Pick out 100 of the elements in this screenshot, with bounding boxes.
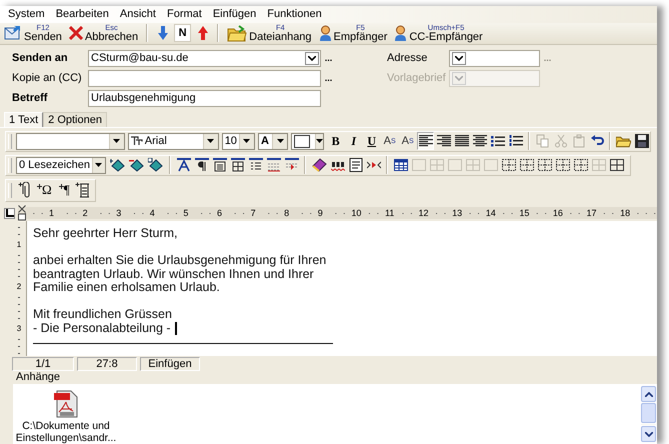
combo-field[interactable] bbox=[449, 50, 540, 67]
insert-symbol-button[interactable]: Ω bbox=[34, 181, 55, 200]
bookmark-button[interactable] bbox=[147, 156, 165, 174]
table-icon bbox=[610, 159, 624, 172]
caret-icon bbox=[95, 163, 102, 168]
menu-item[interactable]: Format bbox=[166, 8, 203, 20]
insert-symbol-button[interactable]: ¶ bbox=[56, 181, 73, 200]
format-button[interactable]: I bbox=[345, 132, 362, 150]
table-icon bbox=[574, 159, 588, 172]
field-button[interactable] bbox=[229, 156, 246, 174]
dropdown-button[interactable] bbox=[305, 52, 319, 65]
scrollbar[interactable] bbox=[640, 384, 657, 444]
table-icon bbox=[466, 159, 480, 172]
align-icon bbox=[436, 135, 451, 148]
button-label: Empfänger bbox=[334, 32, 388, 43]
toggle-button[interactable]: N bbox=[174, 24, 192, 42]
menu-item[interactable]: System bbox=[7, 8, 46, 20]
person-icon bbox=[318, 25, 332, 42]
align-icon bbox=[454, 135, 469, 148]
combo-field[interactable]: CSturm@bau-su.de bbox=[88, 50, 321, 67]
browse-button[interactable]: ... bbox=[322, 53, 335, 64]
scroll-up-icon[interactable] bbox=[644, 392, 652, 397]
table-icon bbox=[502, 159, 516, 172]
field-icon bbox=[248, 158, 262, 172]
format-button[interactable]: U bbox=[363, 132, 380, 150]
insert-form-button[interactable] bbox=[74, 181, 91, 200]
text-line: anbei erhalten Sie die Urlaubsgenehmigung für Ihren bbox=[33, 254, 326, 268]
swap-icon bbox=[366, 160, 380, 170]
text-line: Sehr geehrter Herr Sturm, bbox=[33, 226, 178, 241]
menu-item[interactable]: Einfügen bbox=[212, 8, 258, 20]
align-button[interactable] bbox=[417, 132, 434, 150]
ruler-number: 11 bbox=[384, 208, 398, 218]
ruler-number: 18 bbox=[619, 208, 634, 218]
ruler-number: 15 bbox=[518, 208, 532, 218]
bookmark-dropdown[interactable]: 0 Lesezeichen bbox=[16, 156, 106, 174]
close-icon bbox=[68, 26, 83, 40]
ruler-number: 14 bbox=[484, 208, 499, 218]
button-label: Abbrechen bbox=[84, 32, 138, 43]
person-icon bbox=[394, 25, 408, 42]
tab-stop-button[interactable] bbox=[4, 208, 15, 219]
field-icon bbox=[176, 158, 190, 172]
input-field[interactable]: Urlaubsgenehmigung bbox=[88, 90, 321, 107]
table-icon bbox=[520, 159, 534, 172]
format-button[interactable]: B bbox=[327, 132, 344, 150]
table-icon bbox=[538, 159, 552, 172]
copy-icon bbox=[536, 134, 550, 148]
save-button[interactable] bbox=[633, 132, 650, 150]
align-icon bbox=[418, 135, 433, 148]
plus-icon bbox=[37, 184, 42, 190]
dropdown-button[interactable] bbox=[92, 158, 105, 173]
caret-icon bbox=[207, 139, 214, 144]
numbered-list-icon bbox=[508, 135, 523, 148]
bookmark-icon bbox=[110, 158, 126, 172]
combo-field[interactable] bbox=[449, 70, 540, 87]
dropdown-button[interactable] bbox=[452, 52, 466, 65]
status-cell: 27:8 bbox=[77, 357, 137, 372]
button-label: CC-Empfänger bbox=[409, 32, 483, 43]
menu-item[interactable]: Bearbeiten bbox=[54, 8, 110, 20]
field-button[interactable] bbox=[175, 156, 192, 174]
pdf-file-icon[interactable] bbox=[54, 390, 78, 418]
book-button[interactable] bbox=[310, 156, 328, 174]
caret-icon bbox=[316, 139, 324, 144]
tab[interactable]: 1 Text bbox=[4, 112, 44, 127]
ruler-number: 4 bbox=[148, 208, 163, 218]
paperclip-icon bbox=[18, 182, 32, 198]
caret-icon bbox=[455, 56, 463, 61]
bookmark-button[interactable] bbox=[109, 156, 127, 174]
scissors-icon bbox=[554, 134, 568, 148]
bullet-list-icon bbox=[490, 135, 505, 148]
browse-button[interactable]: ... bbox=[322, 73, 335, 84]
dropdown-button[interactable] bbox=[238, 134, 254, 149]
text-line: Familie einen erholsamen Urlaub. bbox=[33, 281, 220, 295]
bookmark-icon bbox=[148, 158, 164, 172]
font-dropdown[interactable]: Arial bbox=[128, 132, 219, 150]
align-icon bbox=[472, 135, 487, 148]
document-button[interactable] bbox=[347, 156, 364, 174]
size-dropdown[interactable]: 10 bbox=[222, 132, 255, 150]
input-field[interactable] bbox=[88, 70, 321, 87]
file-name[interactable]: C:\Dokumente und Einstellungen\sandr... bbox=[16, 420, 116, 444]
format-button[interactable]: A$^{S}$ bbox=[381, 132, 398, 150]
indent-marker-icon[interactable] bbox=[18, 205, 26, 222]
dropdown-button[interactable] bbox=[108, 134, 124, 149]
table-icon bbox=[448, 159, 462, 172]
field-button[interactable] bbox=[211, 156, 228, 174]
text-color-dropdown[interactable]: A bbox=[258, 132, 288, 150]
dropdown-button[interactable] bbox=[202, 134, 218, 149]
menu-item[interactable]: Funktionen bbox=[266, 8, 323, 20]
ruler-number: 6 bbox=[216, 208, 230, 218]
button-label: Dateianhang bbox=[249, 32, 312, 43]
ruler-number: 16 bbox=[552, 208, 566, 218]
ruler-number: 2 bbox=[16, 282, 22, 291]
caret-icon bbox=[308, 56, 316, 61]
caret-icon bbox=[455, 76, 463, 81]
field-button[interactable] bbox=[265, 156, 282, 174]
border-dropdown[interactable] bbox=[291, 132, 324, 150]
tab[interactable]: 2 Optionen bbox=[43, 112, 107, 127]
scroll-down-icon[interactable] bbox=[644, 432, 652, 437]
document-area[interactable] bbox=[27, 220, 657, 356]
style-dropdown[interactable] bbox=[16, 132, 125, 150]
menu-item[interactable]: Ansicht bbox=[118, 8, 157, 20]
